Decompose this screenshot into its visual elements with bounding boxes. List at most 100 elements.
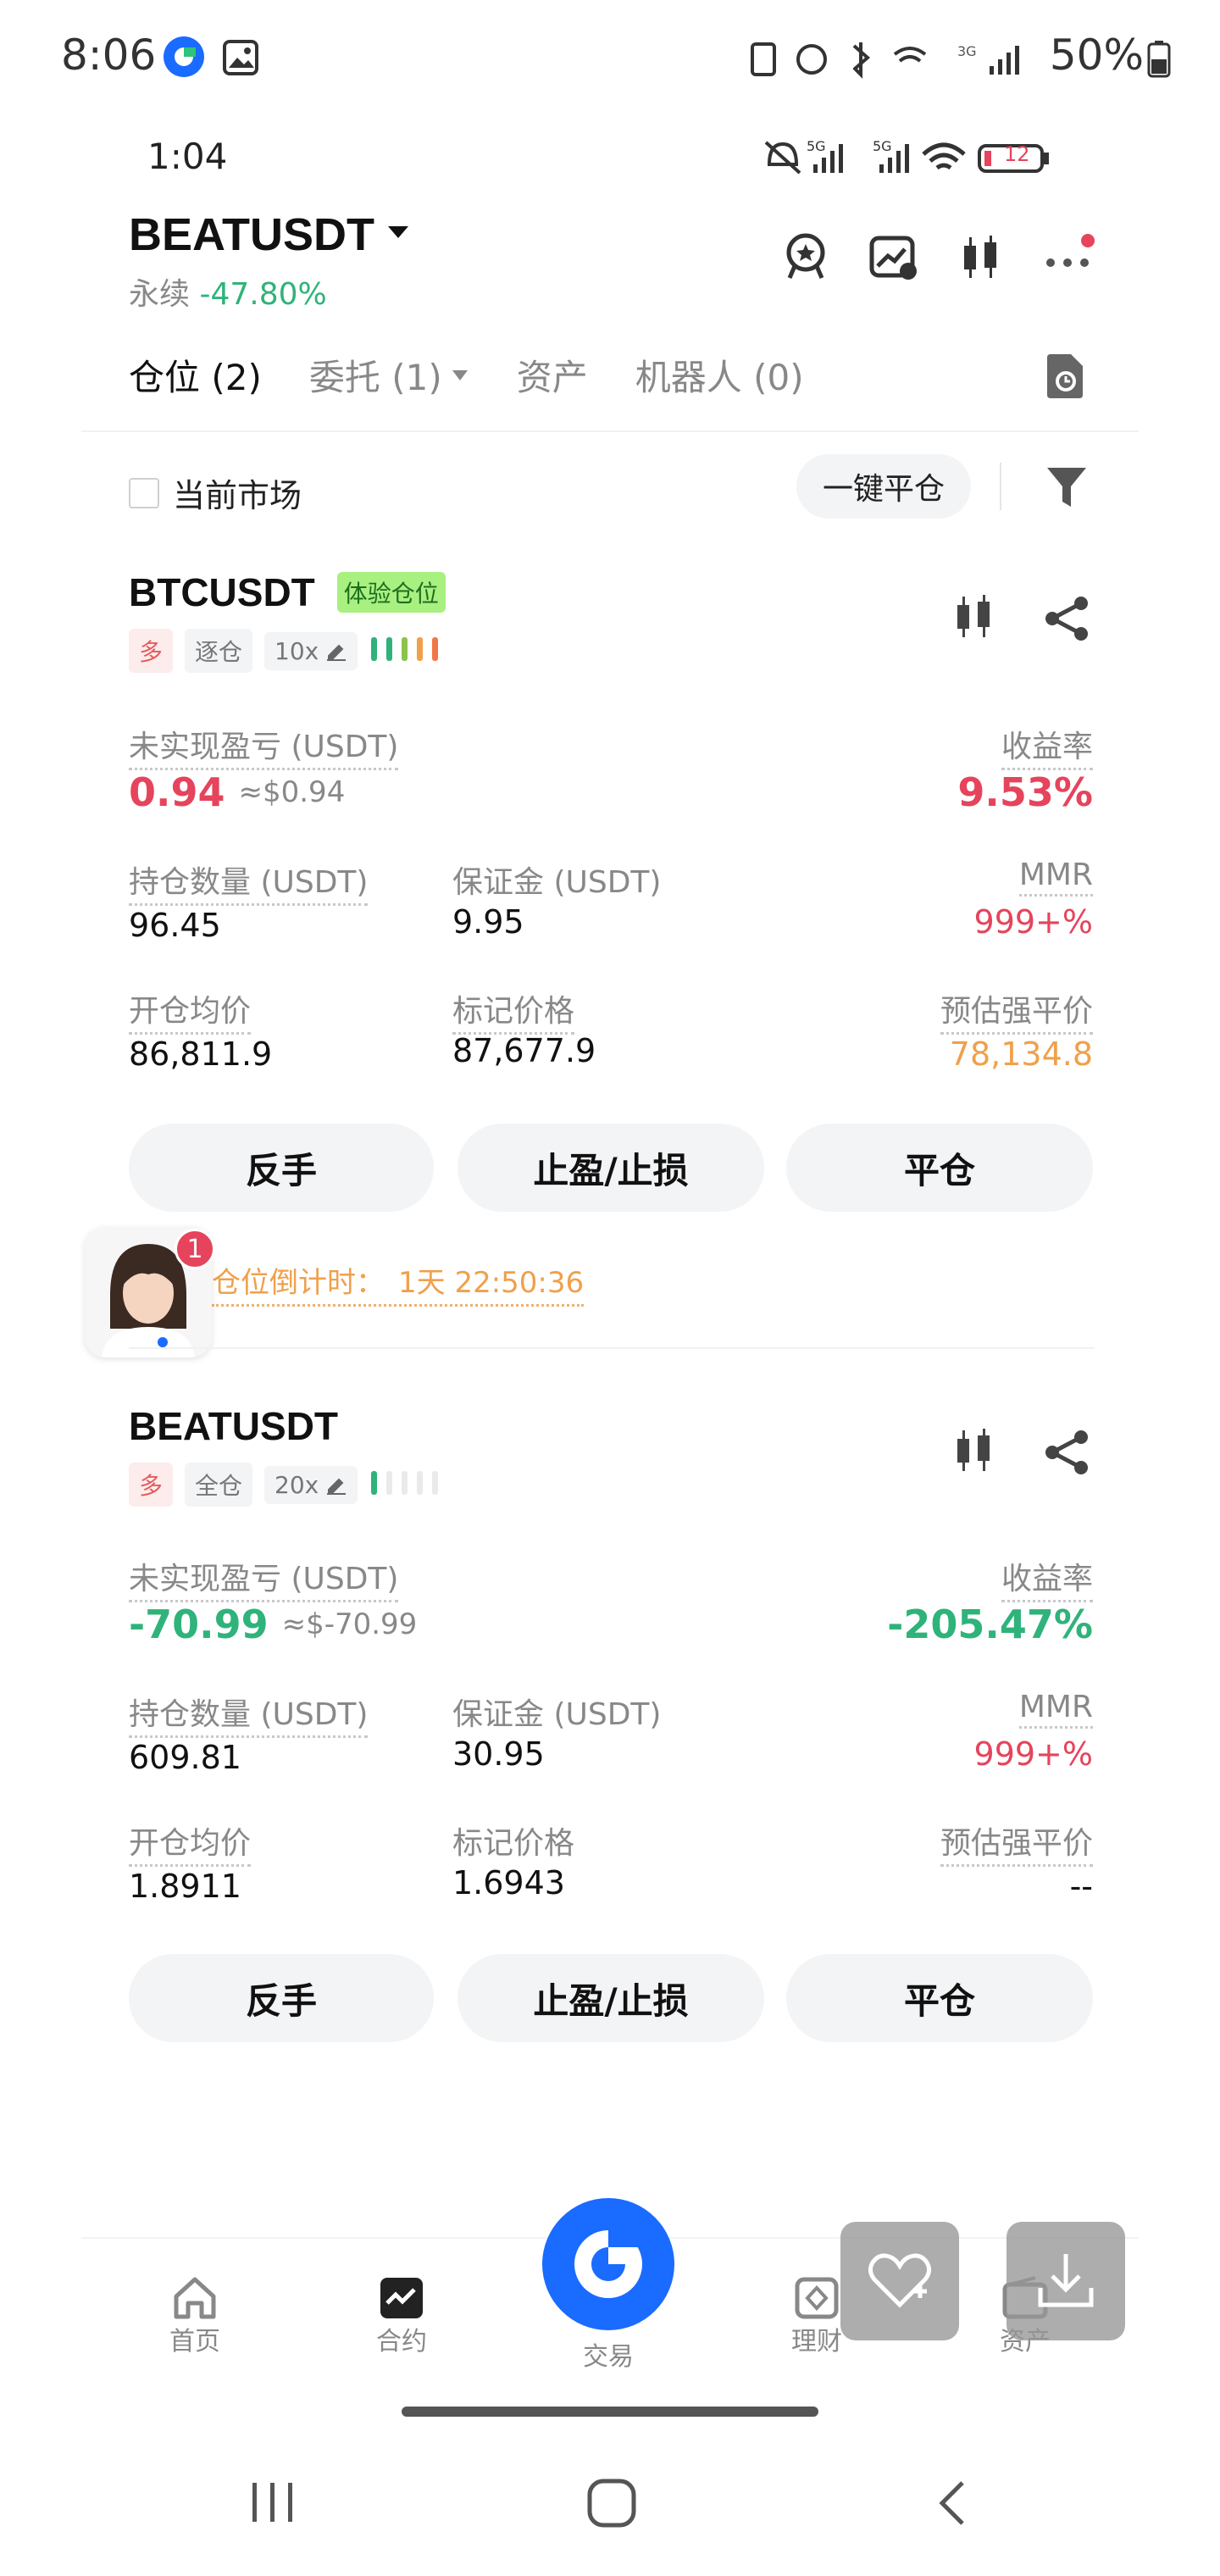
- outer-status-time: 8:06: [61, 31, 157, 80]
- liq-price-label: 预估强平价: [940, 986, 1093, 1035]
- candlestick-icon[interactable]: [952, 1427, 996, 1478]
- margin-mode-tag: 逐仓: [185, 629, 253, 673]
- tab-orders-label: 委托 (1): [308, 357, 442, 398]
- pnl-approx: ≈$0.94: [238, 775, 346, 809]
- favorite-add-button[interactable]: [840, 2222, 959, 2340]
- outer-battery-text: 50%: [1049, 31, 1144, 80]
- tab-positions[interactable]: 仓位 (2): [129, 349, 262, 401]
- position-card-2-header: BEATUSDT: [129, 1403, 338, 1449]
- status-icons: 3G: [744, 37, 1049, 83]
- roe-label: 收益率: [1001, 722, 1093, 770]
- leverage-tag[interactable]: 20x: [264, 1465, 358, 1504]
- position-size: 96.45: [129, 907, 221, 944]
- position-countdown: 仓位倒计时： 1天 22:50:36: [212, 1259, 585, 1307]
- nav-trade-label: 交易: [583, 2342, 634, 2372]
- tab-orders[interactable]: 委托 (1): [309, 349, 469, 401]
- current-market-label: 当前市场: [173, 477, 302, 514]
- position-symbol: BTCUSDT: [129, 570, 315, 614]
- download-button[interactable]: [1006, 2222, 1125, 2340]
- tabs-divider: [81, 430, 1139, 432]
- back-button[interactable]: [935, 2479, 969, 2530]
- risk-bars-icon: [369, 1469, 446, 1500]
- card-divider: [129, 1347, 1095, 1349]
- symbol-title: BEATUSDT: [129, 209, 374, 260]
- history-icon[interactable]: [1044, 353, 1086, 403]
- candlestick-icon[interactable]: [959, 234, 1003, 285]
- side-tag: 多: [129, 1463, 174, 1507]
- reward-icon[interactable]: [779, 230, 832, 286]
- battery-icon: [1147, 41, 1171, 81]
- tab-assets[interactable]: 资产: [517, 349, 588, 401]
- liq-price: 78,134.8: [949, 1035, 1093, 1073]
- position-tags: 多 逐仓 10x: [129, 629, 446, 673]
- roe-value: -205.47%: [887, 1602, 1093, 1647]
- entry-price-label: 开仓均价: [129, 986, 252, 1035]
- home-button[interactable]: [586, 2478, 637, 2532]
- margin-label: 保证金 (USDT): [452, 1697, 662, 1732]
- more-icon[interactable]: [1044, 232, 1095, 278]
- futures-icon: [342, 2276, 461, 2320]
- mark-price-label: 标记价格: [452, 986, 575, 1035]
- chart-image-icon[interactable]: [869, 236, 918, 285]
- entry-price-label: 开仓均价: [129, 1818, 252, 1867]
- caret-down-icon: [386, 225, 410, 245]
- tab-bots[interactable]: 机器人 (0): [635, 349, 804, 401]
- unrealized-pnl-label: 未实现盈亏 (USDT): [129, 722, 399, 770]
- trade-icon: [542, 2198, 674, 2330]
- trial-position-badge: 体验仓位: [336, 572, 446, 613]
- position-card-1-header: BTCUSDT 体验仓位: [129, 569, 446, 615]
- caret-down-icon: [452, 369, 468, 380]
- nav-futures-label: 合约: [376, 2327, 427, 2357]
- leverage-tag[interactable]: 10x: [264, 631, 358, 670]
- symbol-selector[interactable]: BEATUSDT: [129, 208, 410, 261]
- countdown-value: 1天 22:50:36: [398, 1266, 585, 1300]
- close-all-button[interactable]: 一键平仓: [796, 454, 971, 519]
- margin-mode-tag: 全仓: [185, 1463, 253, 1507]
- entry-price: 86,811.9: [129, 1035, 273, 1073]
- pnl-value: -70.99: [129, 1602, 269, 1647]
- position-tags: 多 全仓 20x: [129, 1463, 446, 1507]
- filter-icon[interactable]: [1045, 464, 1088, 514]
- nav-home[interactable]: 首页: [136, 2276, 254, 2357]
- filter-divider: [1000, 463, 1001, 510]
- side-tag: 多: [129, 629, 174, 673]
- reverse-button[interactable]: 反手: [129, 1954, 434, 2042]
- heart-plus-icon: [868, 2253, 932, 2308]
- mmr-label: MMR: [1018, 1690, 1093, 1729]
- mark-price: 1.6943: [452, 1864, 565, 1901]
- current-market-filter[interactable]: 当前市场: [129, 469, 302, 516]
- edit-icon: [327, 1478, 347, 1495]
- contract-type: 永续 -47.80%: [129, 269, 327, 314]
- roe-value: 9.53%: [957, 769, 1093, 815]
- nav-home-label: 首页: [169, 2327, 220, 2357]
- tpsl-button[interactable]: 止盈/止损: [458, 1954, 764, 2042]
- recent-apps-button[interactable]: [247, 2481, 298, 2527]
- nav-trade[interactable]: 交易: [542, 2198, 674, 2373]
- position-symbol: BEATUSDT: [129, 1404, 339, 1448]
- recent-apps-icon: [252, 2483, 292, 2522]
- home-icon: [136, 2276, 254, 2320]
- reverse-button[interactable]: 反手: [129, 1124, 434, 1212]
- margin-value: 30.95: [452, 1735, 545, 1773]
- margin-label: 保证金 (USDT): [452, 865, 662, 900]
- nav-futures[interactable]: 合约: [342, 2276, 461, 2357]
- liq-price-label: 预估强平价: [940, 1818, 1093, 1867]
- close-position-button[interactable]: 平仓: [786, 1954, 1093, 2042]
- unrealized-pnl: 0.94 ≈$0.94: [129, 769, 345, 815]
- home-square-icon: [587, 2479, 636, 2528]
- price-change: -47.80%: [199, 277, 327, 312]
- candlestick-icon[interactable]: [952, 593, 996, 644]
- leverage-value: 20x: [274, 1470, 319, 1499]
- share-icon[interactable]: [1044, 595, 1091, 646]
- gate-app-icon: [161, 34, 207, 83]
- position-size-label: 持仓数量 (USDT): [129, 858, 369, 906]
- margin-value: 9.95: [452, 903, 524, 941]
- risk-bars-icon: [369, 636, 446, 666]
- mmr-value: 999+%: [973, 1735, 1093, 1773]
- home-indicator[interactable]: [402, 2407, 818, 2417]
- close-position-button[interactable]: 平仓: [786, 1124, 1093, 1212]
- current-market-checkbox[interactable]: [129, 477, 159, 508]
- share-icon[interactable]: [1044, 1429, 1091, 1480]
- unrealized-pnl-label: 未实现盈亏 (USDT): [129, 1554, 399, 1602]
- tpsl-button[interactable]: 止盈/止损: [458, 1124, 764, 1212]
